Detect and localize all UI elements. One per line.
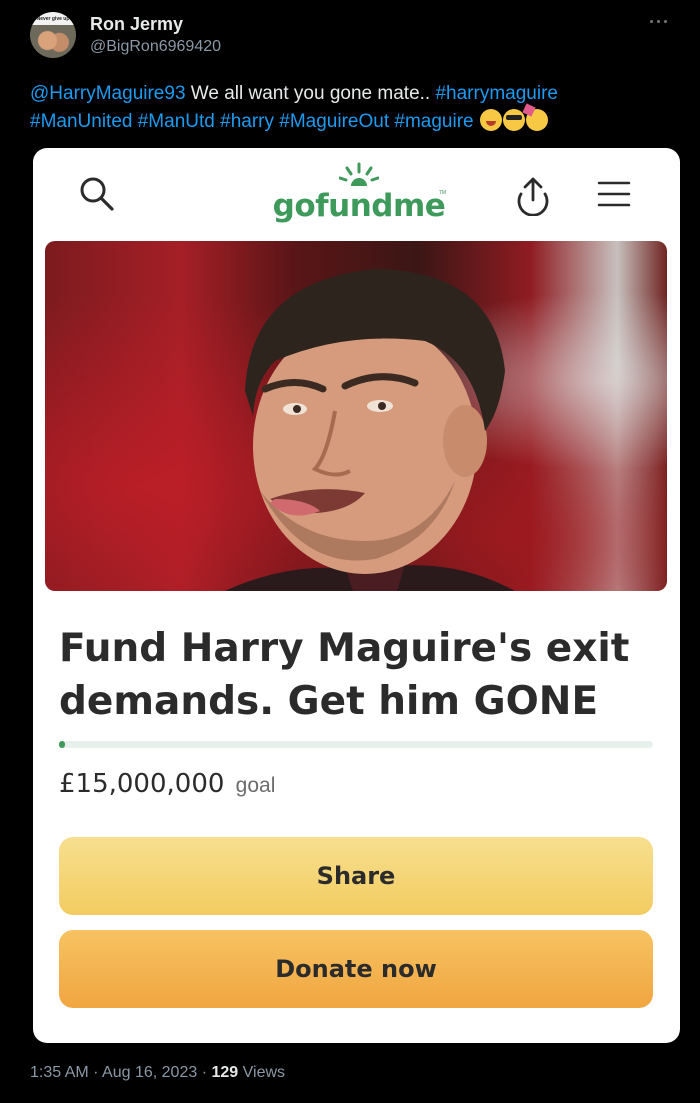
- goal-amount: £15,000,000: [59, 769, 225, 799]
- hashtag-link[interactable]: #ManUnited: [30, 111, 132, 132]
- tweet-header: Never give up Ron Jermy @BigRon6969420: [30, 12, 670, 62]
- donate-now-button[interactable]: Donate now: [59, 930, 653, 1008]
- campaign-title: Fund Harry Maguire's exit demands. Get h…: [59, 626, 630, 724]
- hamburger-menu-icon[interactable]: [597, 180, 631, 208]
- views-count: 129: [211, 1064, 239, 1081]
- hashtag-link[interactable]: #maguire: [394, 111, 473, 132]
- tears-of-joy-emoji-icon: [479, 109, 502, 131]
- tweet-text: @HarryMaguire93 We all want you gone mat…: [30, 80, 670, 136]
- tweet-time[interactable]: 1:35 AM: [30, 1064, 89, 1081]
- avatar-caption: Never give up: [36, 16, 70, 22]
- player-portrait-image: [225, 269, 515, 591]
- hashtag-link[interactable]: #harry: [220, 111, 274, 132]
- logo-text: gofundme: [272, 188, 446, 224]
- hashtag-link[interactable]: #MaguireOut: [279, 111, 389, 132]
- views-label: Views: [242, 1064, 286, 1081]
- gofundme-logo[interactable]: gofundme TM: [269, 162, 449, 228]
- hashtag-link[interactable]: #ManUtd: [138, 111, 215, 132]
- campaign-photo: [45, 241, 667, 591]
- gofundme-screenshot-card[interactable]: gofundme TM Fund Harry Maguire's exit de…: [33, 148, 680, 1043]
- more-options-icon[interactable]: [650, 18, 670, 26]
- display-name[interactable]: Ron Jermy: [90, 14, 183, 35]
- trademark-mark: TM: [438, 190, 446, 196]
- search-icon[interactable]: [79, 176, 115, 212]
- user-handle[interactable]: @BigRon6969420: [90, 38, 221, 56]
- tweet-date[interactable]: Aug 16, 2023: [102, 1064, 197, 1081]
- tweet-body: We all want you gone mate..: [185, 83, 436, 104]
- gofundme-navbar: gofundme TM: [33, 148, 680, 238]
- donation-progress-fill: [59, 741, 65, 748]
- goal-label: goal: [235, 774, 276, 797]
- separator: ·: [201, 1064, 208, 1081]
- donation-progress-bar: [59, 741, 653, 748]
- partying-face-emoji-icon: [525, 109, 548, 131]
- hashtag-link[interactable]: #harrymaguire: [435, 83, 558, 104]
- avatar[interactable]: Never give up: [30, 12, 76, 58]
- sun-logo-icon: [339, 162, 379, 186]
- share-button[interactable]: Share: [59, 837, 653, 915]
- share-upload-icon[interactable]: [515, 176, 551, 216]
- mention-link[interactable]: @HarryMaguire93: [30, 83, 186, 104]
- separator: ·: [93, 1064, 99, 1081]
- goal-text: £15,000,000 goal: [59, 768, 275, 799]
- tweet-metadata: 1:35 AM · Aug 16, 2023 · 129 Views: [30, 1064, 285, 1082]
